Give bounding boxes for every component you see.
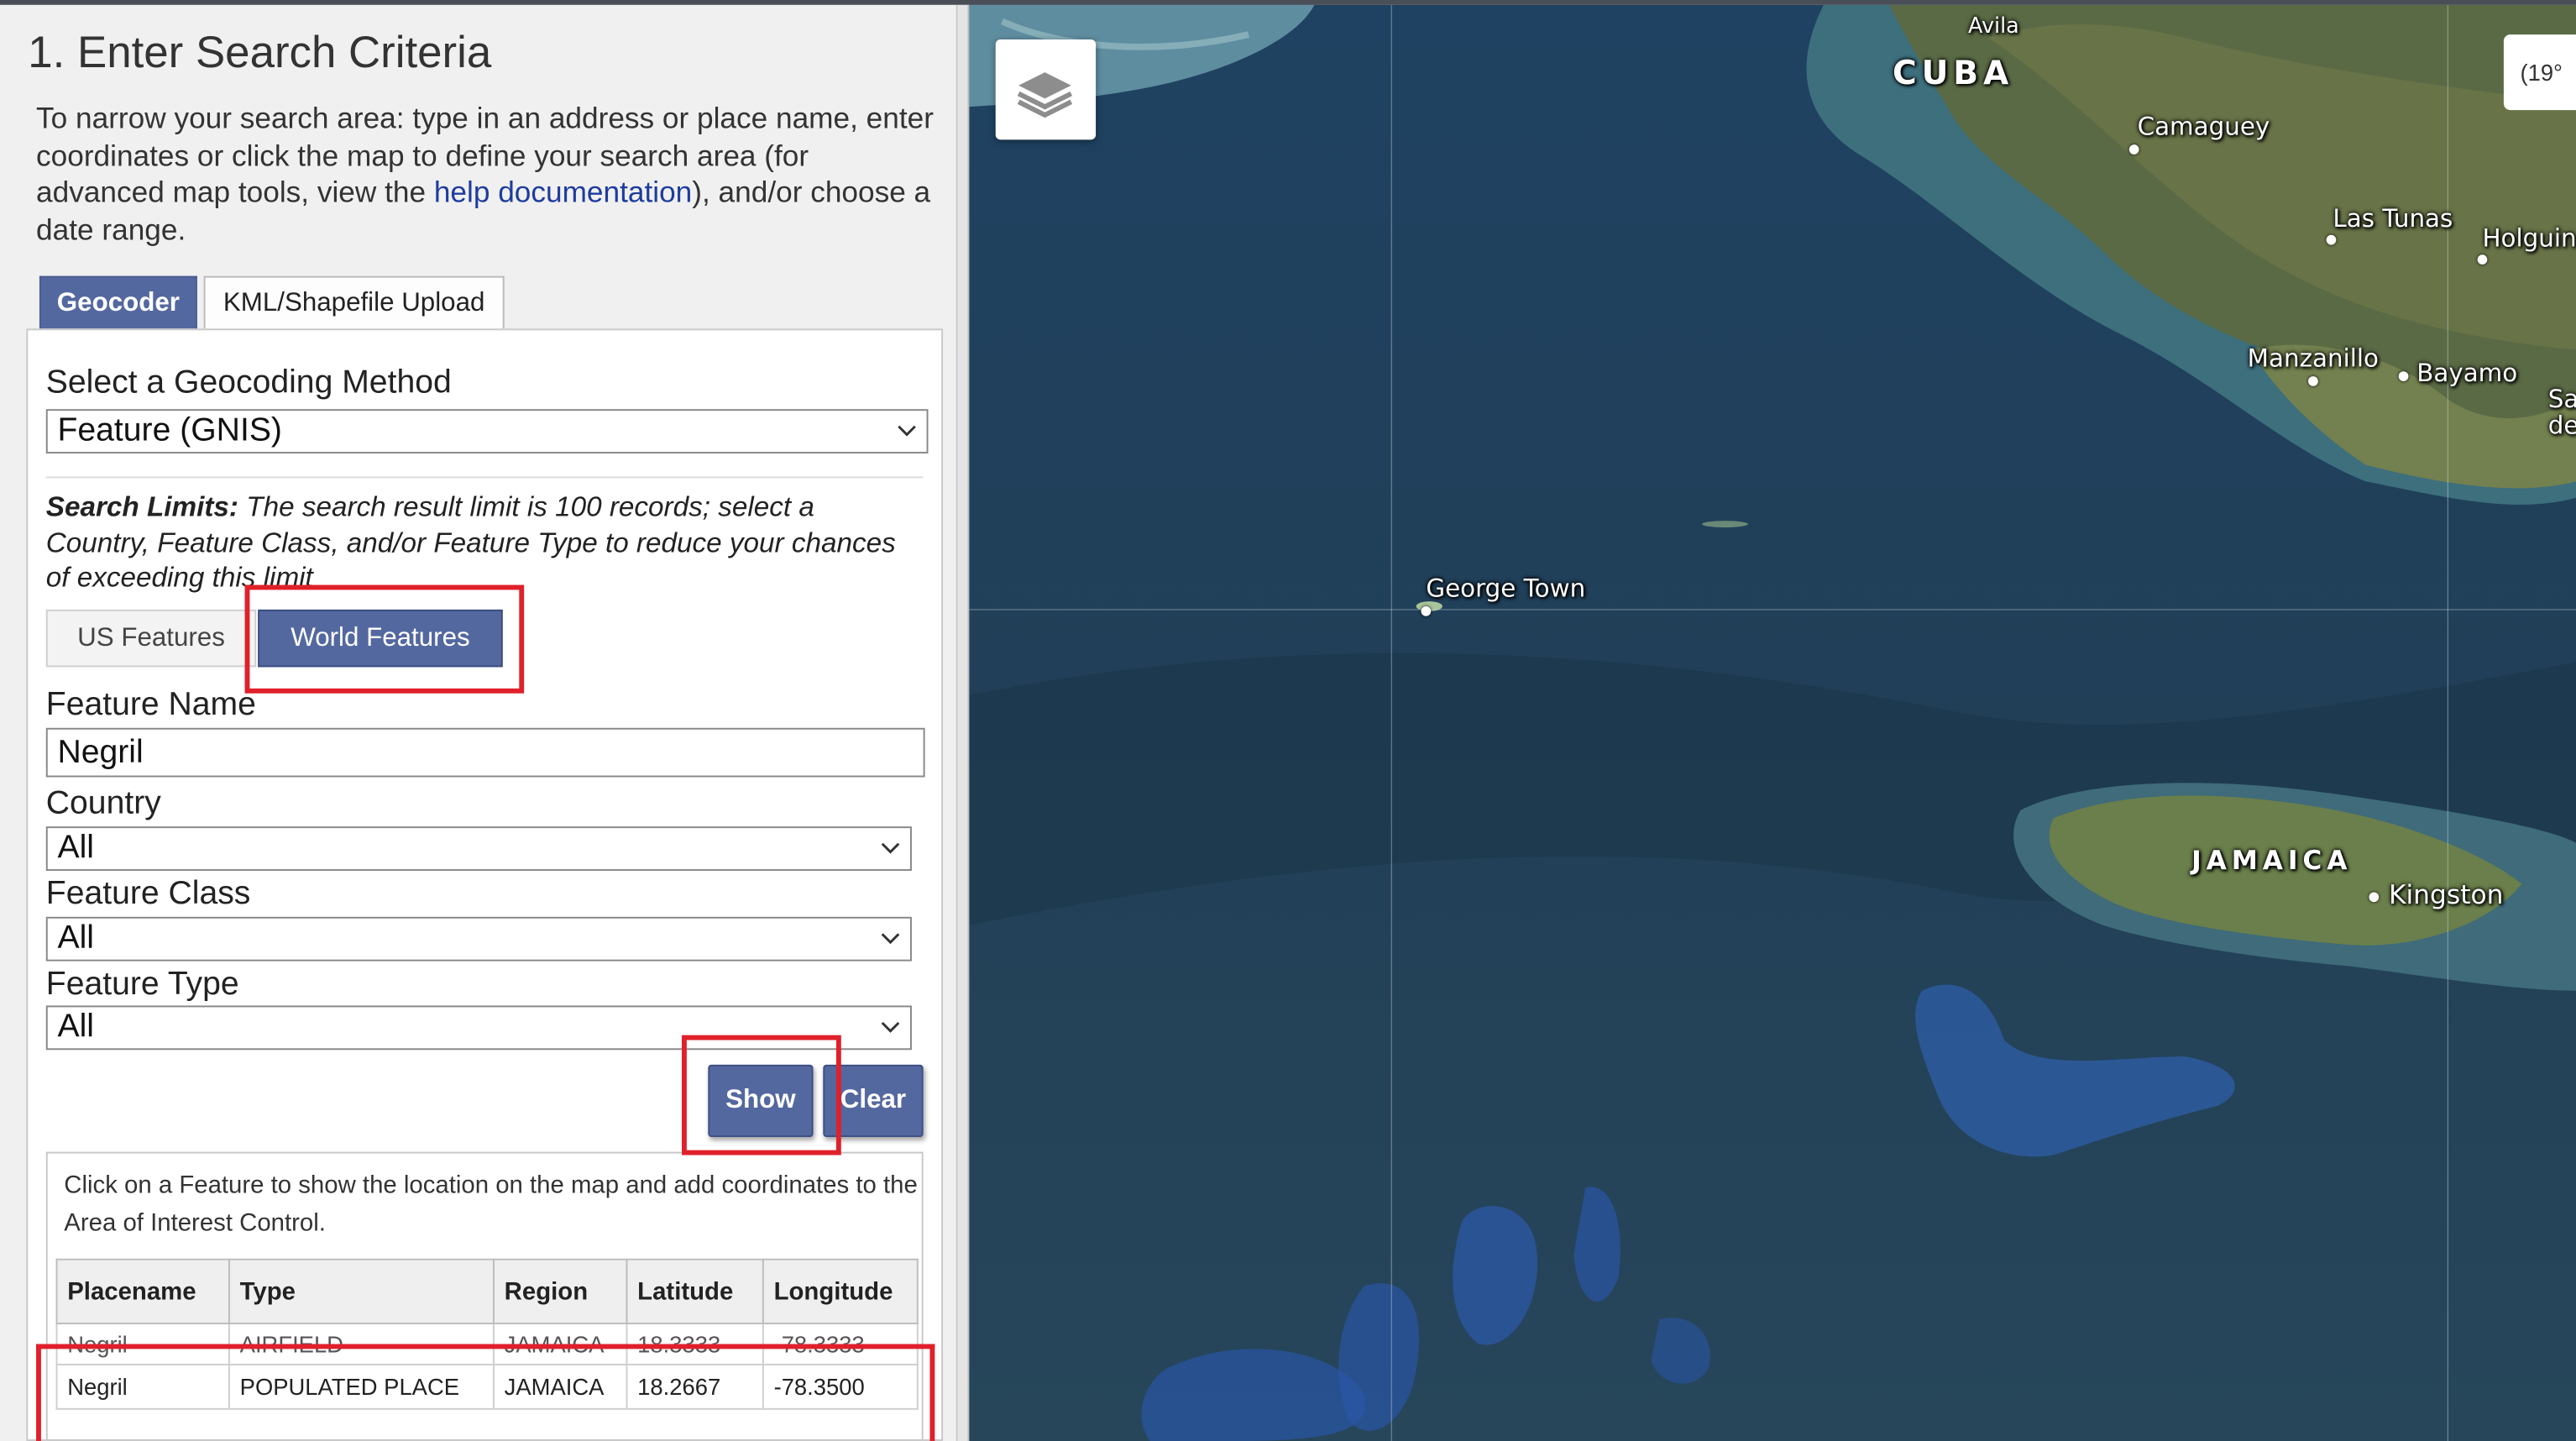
layers-icon [1017,72,1073,118]
intro-text: To narrow your search area: type in an a… [36,100,943,248]
cell-type: AIRFIELD [228,1323,495,1365]
results-instructions: Click on a Feature to show the location … [64,1171,918,1238]
results-table: Placename Type Region Latitude Longitude… [55,1258,919,1410]
search-limits-heading: Search Limits: [45,491,239,523]
feature-type-select[interactable]: All [45,1005,912,1051]
geocoding-method-label: Select a Geocoding Method [45,364,452,401]
coordinate-readout: (19° [2503,34,2576,111]
cell-region: JAMAICA [492,1364,628,1410]
feature-type-value: All [57,1009,94,1045]
section-divider [45,476,924,479]
country-value: All [57,830,94,867]
column-header-longitude[interactable]: Longitude [762,1258,919,1325]
tab-geocoder[interactable]: Geocoder [39,275,197,329]
cell-longitude: -78.3500 [762,1364,919,1410]
map-label-george-town: George Town [1426,573,1586,604]
chevron-down-icon [881,842,900,854]
geocoding-method-value: Feature (GNIS) [57,412,282,449]
map-label-avila: Avila [1968,14,2019,39]
feature-class-value: All [57,920,94,956]
city-marker [2308,376,2318,386]
cell-region: JAMAICA [492,1323,628,1365]
search-limits-note: Search Limits: The search result limit i… [46,490,908,595]
panel-title: 1. Enter Search Criteria [28,28,492,77]
feature-name-input[interactable]: Negril [45,727,925,778]
column-header-type[interactable]: Type [228,1258,495,1325]
city-marker [2128,144,2139,155]
clear-button[interactable]: Clear [823,1064,924,1137]
cell-placename: Negril [55,1364,230,1410]
feature-class-select[interactable]: All [45,916,912,962]
column-header-region[interactable]: Region [492,1258,628,1325]
show-button[interactable]: Show [708,1064,814,1137]
us-features-button[interactable]: US Features [45,609,257,668]
map-label-manzanillo: Manzanillo [2247,343,2380,374]
layers-button[interactable] [995,39,1097,140]
world-features-button[interactable]: World Features [258,609,503,668]
table-row[interactable]: Negril POPULATED PLACE JAMAICA 18.2667 -… [55,1364,919,1410]
map-label-kingston: Kingston [2388,878,2504,910]
panel-resize-divider[interactable] [957,4,970,1441]
city-marker [2477,254,2488,265]
column-header-placename[interactable]: Placename [55,1258,230,1325]
results-header-row: Placename Type Region Latitude Longitude [55,1258,919,1325]
map-label-cuba: CUBA [1893,52,2014,92]
results-panel: Click on a Feature to show the location … [45,1151,924,1441]
table-row[interactable]: Negril AIRFIELD JAMAICA 18.3333 -78.3333 [55,1323,919,1365]
feature-class-label: Feature Class [45,875,251,912]
map-label-las-tunas: Las Tunas [2333,203,2453,233]
geocoding-method-select[interactable]: Feature (GNIS) [45,409,929,454]
country-select[interactable]: All [45,826,912,872]
cell-longitude: -78.3333 [762,1323,919,1365]
column-header-latitude[interactable]: Latitude [626,1258,764,1325]
cell-latitude: 18.2667 [626,1364,764,1410]
help-documentation-link[interactable]: help documentation [434,176,692,208]
chevron-down-icon [898,425,916,437]
map-label-camaguey: Camaguey [2137,112,2270,142]
feature-type-label: Feature Type [45,966,239,1003]
city-marker [2369,892,2380,903]
country-label: Country [45,785,161,822]
cell-type: POPULATED PLACE [228,1364,495,1410]
chevron-down-icon [881,1021,900,1033]
map-label-bayamo: Bayamo [2416,358,2518,388]
city-marker [2326,234,2337,245]
map-label-santiago: Sa de [2547,384,2576,441]
city-marker [1421,605,1432,616]
map-label-holguin: Holguin [2482,223,2576,254]
cell-placename: Negril [55,1323,230,1365]
chevron-down-icon [881,933,900,945]
cell-latitude: 18.3333 [626,1323,764,1365]
map-view[interactable]: (19° Avila CUBA Camaguey Las Tunas Holgu… [969,4,2576,1441]
map-label-jamaica: JAMAICA [2191,844,2353,876]
city-marker [2398,371,2409,381]
tab-kml-shapefile-upload[interactable]: KML/Shapefile Upload [203,275,505,329]
feature-name-label: Feature Name [45,686,256,723]
